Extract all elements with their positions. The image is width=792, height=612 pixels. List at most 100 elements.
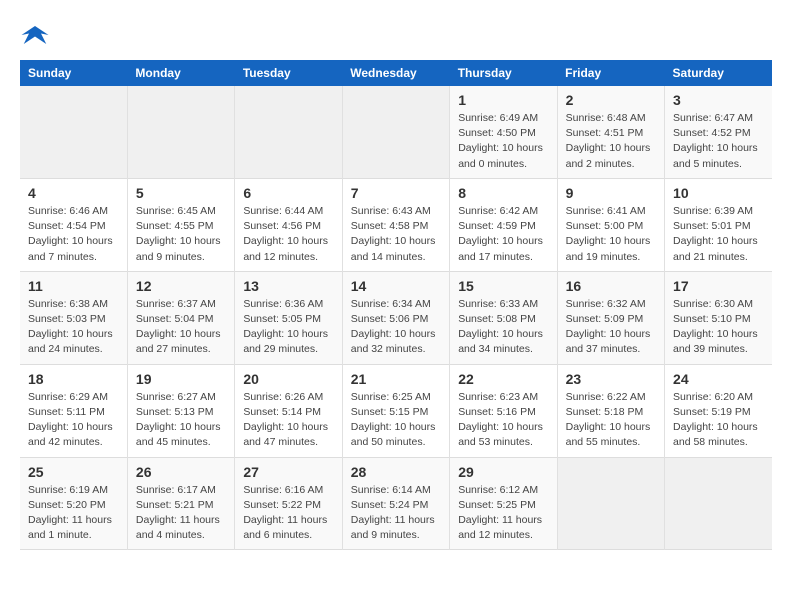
day-info: Sunrise: 6:39 AM Sunset: 5:01 PM Dayligh… [673, 204, 764, 265]
calendar-cell: 19 Sunrise: 6:27 AM Sunset: 5:13 PM Dayli… [127, 364, 234, 457]
calendar-cell: 14 Sunrise: 6:34 AM Sunset: 5:06 PM Dayli… [342, 271, 449, 364]
day-header-monday: Monday [127, 60, 234, 86]
day-info: Sunrise: 6:49 AM Sunset: 4:50 PM Dayligh… [458, 111, 548, 172]
day-number: 24 [673, 371, 764, 387]
day-info: Sunrise: 6:43 AM Sunset: 4:58 PM Dayligh… [351, 204, 441, 265]
day-header-wednesday: Wednesday [342, 60, 449, 86]
calendar-cell: 7 Sunrise: 6:43 AM Sunset: 4:58 PM Daylig… [342, 178, 449, 271]
calendar-cell: 12 Sunrise: 6:37 AM Sunset: 5:04 PM Dayli… [127, 271, 234, 364]
calendar-cell: 8 Sunrise: 6:42 AM Sunset: 4:59 PM Daylig… [450, 178, 557, 271]
day-info: Sunrise: 6:12 AM Sunset: 5:25 PM Dayligh… [458, 483, 548, 544]
day-number: 11 [28, 278, 119, 294]
day-info: Sunrise: 6:44 AM Sunset: 4:56 PM Dayligh… [243, 204, 333, 265]
day-number: 28 [351, 464, 441, 480]
calendar-cell: 21Sunrise: 6:25 AM Sunset: 5:15 PM Dayli… [342, 364, 449, 457]
day-info: Sunrise: 6:23 AM Sunset: 5:16 PM Dayligh… [458, 390, 548, 451]
day-info: Sunrise: 6:42 AM Sunset: 4:59 PM Dayligh… [458, 204, 548, 265]
day-info: Sunrise: 6:38 AM Sunset: 5:03 PM Dayligh… [28, 297, 119, 358]
day-number: 17 [673, 278, 764, 294]
day-info: Sunrise: 6:19 AM Sunset: 5:20 PM Dayligh… [28, 483, 119, 544]
week-row-2: 4 Sunrise: 6:46 AM Sunset: 4:54 PM Daylig… [20, 178, 772, 271]
day-info: Sunrise: 6:47 AM Sunset: 4:52 PM Dayligh… [673, 111, 764, 172]
day-info: Sunrise: 6:20 AM Sunset: 5:19 PM Dayligh… [673, 390, 764, 451]
day-number: 14 [351, 278, 441, 294]
calendar-cell: 16 Sunrise: 6:32 AM Sunset: 5:09 PM Dayli… [557, 271, 664, 364]
calendar-table: SundayMondayTuesdayWednesdayThursdayFrid… [20, 60, 772, 550]
calendar-cell: 2 Sunrise: 6:48 AM Sunset: 4:51 PM Daylig… [557, 86, 664, 178]
calendar-cell: 5 Sunrise: 6:45 AM Sunset: 4:55 PM Daylig… [127, 178, 234, 271]
day-number: 5 [136, 185, 226, 201]
day-header-saturday: Saturday [665, 60, 772, 86]
logo-bird-icon [20, 20, 50, 50]
day-info: Sunrise: 6:46 AM Sunset: 4:54 PM Dayligh… [28, 204, 119, 265]
calendar-cell: 23Sunrise: 6:22 AM Sunset: 5:18 PM Dayli… [557, 364, 664, 457]
calendar-cell [557, 457, 664, 550]
calendar-cell: 4 Sunrise: 6:46 AM Sunset: 4:54 PM Daylig… [20, 178, 127, 271]
day-number: 3 [673, 92, 764, 108]
day-info: Sunrise: 6:22 AM Sunset: 5:18 PM Dayligh… [566, 390, 656, 451]
calendar-cell: 29 Sunrise: 6:12 AM Sunset: 5:25 PM Dayli… [450, 457, 557, 550]
calendar-cell: 22Sunrise: 6:23 AM Sunset: 5:16 PM Dayli… [450, 364, 557, 457]
day-number: 29 [458, 464, 548, 480]
calendar-cell: 3 Sunrise: 6:47 AM Sunset: 4:52 PM Daylig… [665, 86, 772, 178]
calendar-cell: 1 Sunrise: 6:49 AM Sunset: 4:50 PM Daylig… [450, 86, 557, 178]
calendar-cell: 17 Sunrise: 6:30 AM Sunset: 5:10 PM Dayli… [665, 271, 772, 364]
day-number: 10 [673, 185, 764, 201]
day-number: 15 [458, 278, 548, 294]
day-info: Sunrise: 6:48 AM Sunset: 4:51 PM Dayligh… [566, 111, 656, 172]
day-number: 26 [136, 464, 226, 480]
day-info: Sunrise: 6:41 AM Sunset: 5:00 PM Dayligh… [566, 204, 656, 265]
calendar-cell [665, 457, 772, 550]
day-number: 16 [566, 278, 656, 294]
day-info: Sunrise: 6:36 AM Sunset: 5:05 PM Dayligh… [243, 297, 333, 358]
calendar-cell: 10 Sunrise: 6:39 AM Sunset: 5:01 PM Dayli… [665, 178, 772, 271]
calendar-cell: 24 Sunrise: 6:20 AM Sunset: 5:19 PM Dayli… [665, 364, 772, 457]
day-number: 4 [28, 185, 119, 201]
calendar-cell [127, 86, 234, 178]
day-info: Sunrise: 6:27 AM Sunset: 5:13 PM Dayligh… [136, 390, 226, 451]
day-number: 2 [566, 92, 656, 108]
calendar-cell: 20 Sunrise: 6:26 AM Sunset: 5:14 PM Dayli… [235, 364, 342, 457]
calendar-cell: 9 Sunrise: 6:41 AM Sunset: 5:00 PM Daylig… [557, 178, 664, 271]
day-number: 18 [28, 371, 119, 387]
calendar-cell: 27 Sunrise: 6:16 AM Sunset: 5:22 PM Dayli… [235, 457, 342, 550]
day-number: 27 [243, 464, 333, 480]
calendar-cell [342, 86, 449, 178]
day-number: 7 [351, 185, 441, 201]
day-number: 12 [136, 278, 226, 294]
day-number: 19 [136, 371, 226, 387]
day-info: Sunrise: 6:45 AM Sunset: 4:55 PM Dayligh… [136, 204, 226, 265]
day-number: 8 [458, 185, 548, 201]
week-row-5: 25 Sunrise: 6:19 AM Sunset: 5:20 PM Dayli… [20, 457, 772, 550]
day-info: Sunrise: 6:37 AM Sunset: 5:04 PM Dayligh… [136, 297, 226, 358]
day-number: 25 [28, 464, 119, 480]
week-row-4: 18 Sunrise: 6:29 AM Sunset: 5:11 PM Dayli… [20, 364, 772, 457]
page-header [20, 20, 772, 50]
calendar-cell: 25 Sunrise: 6:19 AM Sunset: 5:20 PM Dayli… [20, 457, 127, 550]
day-info: Sunrise: 6:32 AM Sunset: 5:09 PM Dayligh… [566, 297, 656, 358]
week-row-1: 1 Sunrise: 6:49 AM Sunset: 4:50 PM Daylig… [20, 86, 772, 178]
day-number: 21 [351, 371, 441, 387]
calendar-cell: 18 Sunrise: 6:29 AM Sunset: 5:11 PM Dayli… [20, 364, 127, 457]
day-info: Sunrise: 6:17 AM Sunset: 5:21 PM Dayligh… [136, 483, 226, 544]
calendar-cell: 26 Sunrise: 6:17 AM Sunset: 5:21 PM Dayli… [127, 457, 234, 550]
day-header-friday: Friday [557, 60, 664, 86]
day-header-thursday: Thursday [450, 60, 557, 86]
day-info: Sunrise: 6:26 AM Sunset: 5:14 PM Dayligh… [243, 390, 333, 451]
day-info: Sunrise: 6:29 AM Sunset: 5:11 PM Dayligh… [28, 390, 119, 451]
day-info: Sunrise: 6:33 AM Sunset: 5:08 PM Dayligh… [458, 297, 548, 358]
calendar-cell [20, 86, 127, 178]
day-info: Sunrise: 6:34 AM Sunset: 5:06 PM Dayligh… [351, 297, 441, 358]
day-number: 1 [458, 92, 548, 108]
day-number: 20 [243, 371, 333, 387]
day-info: Sunrise: 6:14 AM Sunset: 5:24 PM Dayligh… [351, 483, 441, 544]
day-header-tuesday: Tuesday [235, 60, 342, 86]
calendar-cell: 15 Sunrise: 6:33 AM Sunset: 5:08 PM Dayli… [450, 271, 557, 364]
day-info: Sunrise: 6:30 AM Sunset: 5:10 PM Dayligh… [673, 297, 764, 358]
calendar-cell: 28 Sunrise: 6:14 AM Sunset: 5:24 PM Dayli… [342, 457, 449, 550]
calendar-cell: 11 Sunrise: 6:38 AM Sunset: 5:03 PM Dayli… [20, 271, 127, 364]
day-number: 9 [566, 185, 656, 201]
calendar-header-row: SundayMondayTuesdayWednesdayThursdayFrid… [20, 60, 772, 86]
day-info: Sunrise: 6:16 AM Sunset: 5:22 PM Dayligh… [243, 483, 333, 544]
calendar-cell: 13Sunrise: 6:36 AM Sunset: 5:05 PM Dayli… [235, 271, 342, 364]
